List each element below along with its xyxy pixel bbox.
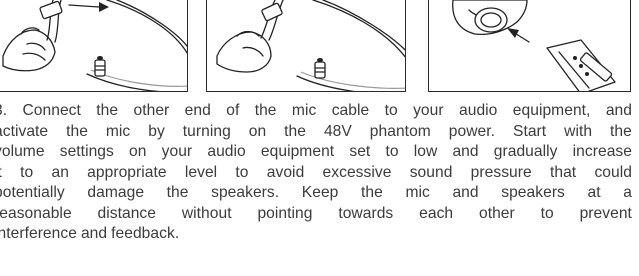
- word: the: [166, 184, 189, 201]
- word: could: [594, 163, 632, 181]
- word: equipment: [260, 143, 335, 160]
- word: pressure: [470, 163, 532, 181]
- instruction-line-6: reasonable distance without pointing towards…: [0, 204, 632, 225]
- word: equipment,: [512, 102, 591, 119]
- instruction-paragraph: 3.Connecttheotherendofthemiccabletoyoura…: [0, 101, 632, 271]
- word: and: [452, 184, 479, 201]
- word: sound: [409, 163, 453, 181]
- word: on: [248, 122, 267, 140]
- word: without: [181, 204, 232, 222]
- illustration-panel-2: [206, 0, 406, 92]
- word: settings: [59, 143, 114, 160]
- word: power.: [448, 122, 496, 140]
- word: to: [540, 204, 554, 222]
- word: feedback.: [111, 225, 180, 242]
- word: excessive: [322, 163, 392, 181]
- word: each: [419, 204, 454, 222]
- hand-plugging-cable-icon: [2, 0, 187, 91]
- word: cable: [331, 102, 370, 119]
- hand-plugging-cable-icon: [216, 0, 405, 91]
- word: on: [129, 143, 147, 160]
- instruction-line-7: interference and feedback.: [0, 224, 632, 245]
- word: a: [623, 184, 632, 201]
- word: turning: [182, 122, 231, 140]
- word: and: [605, 102, 632, 119]
- word: Start: [513, 122, 547, 140]
- word: potentially: [0, 184, 65, 201]
- word: mic: [291, 102, 317, 119]
- instruction-line-5: potentially damage the speakers. Keep the mic a…: [0, 183, 632, 204]
- instruction-line-1: 3.Connecttheotherendofthemiccabletoyoura…: [0, 101, 632, 122]
- word: of: [226, 102, 240, 119]
- word: the: [284, 122, 306, 140]
- word: low: [413, 143, 438, 160]
- word: with: [564, 122, 593, 140]
- word: other: [133, 102, 170, 119]
- word: phantom: [369, 122, 431, 140]
- word: by: [148, 122, 165, 140]
- word: mic: [405, 184, 430, 201]
- word: and: [452, 143, 479, 160]
- word: that: [549, 163, 577, 181]
- word: gradually: [493, 143, 558, 160]
- word: activate: [0, 122, 49, 140]
- xlr-connector-icon: [452, 0, 616, 91]
- word: set: [349, 143, 371, 160]
- word: speakers: [501, 184, 565, 201]
- word: and: [80, 225, 108, 242]
- word: other: [478, 204, 515, 222]
- word: end: [184, 102, 211, 119]
- word: to: [235, 163, 249, 181]
- word: audio: [459, 102, 498, 119]
- word: an: [51, 163, 69, 181]
- illustration-panel-1: [0, 0, 188, 92]
- word: it: [0, 163, 2, 184]
- word: the: [96, 102, 119, 119]
- word: interference: [0, 225, 77, 242]
- instruction-line-3: volume settings onyour audio equipment settol…: [0, 142, 632, 163]
- word: at: [587, 184, 601, 201]
- word: your: [413, 102, 444, 119]
- word: damage: [87, 184, 145, 201]
- word: pointing: [257, 204, 313, 222]
- word: your: [161, 143, 193, 160]
- word: Connect: [22, 102, 81, 119]
- word: the: [610, 122, 632, 140]
- word: to: [20, 163, 34, 181]
- word: to: [385, 143, 399, 160]
- word: to: [384, 102, 398, 119]
- word: Keep: [301, 184, 339, 201]
- word: avoid: [266, 163, 305, 181]
- word: 48V: [323, 122, 352, 140]
- word: speakers.: [211, 184, 280, 201]
- word: the: [361, 184, 383, 201]
- instruction-line-4: ittoanappropriateleveltoavoidexcessiveso…: [0, 163, 632, 184]
- word: distance: [97, 204, 156, 222]
- word: the: [254, 102, 277, 119]
- word: reasonable: [0, 204, 72, 222]
- word: towards: [338, 204, 394, 222]
- word: prevent: [579, 204, 632, 222]
- word: volume: [0, 143, 45, 160]
- instruction-line-2: activatethemicbyturningonthe48Vphantompo…: [0, 122, 632, 143]
- word: level: [184, 163, 218, 181]
- word: audio: [207, 143, 246, 160]
- word: increase: [572, 143, 632, 160]
- word: mic: [105, 122, 131, 140]
- word: 3.: [0, 102, 8, 119]
- illustration-panel-3: [428, 0, 631, 92]
- word: appropriate: [87, 163, 167, 181]
- word: the: [66, 122, 88, 140]
